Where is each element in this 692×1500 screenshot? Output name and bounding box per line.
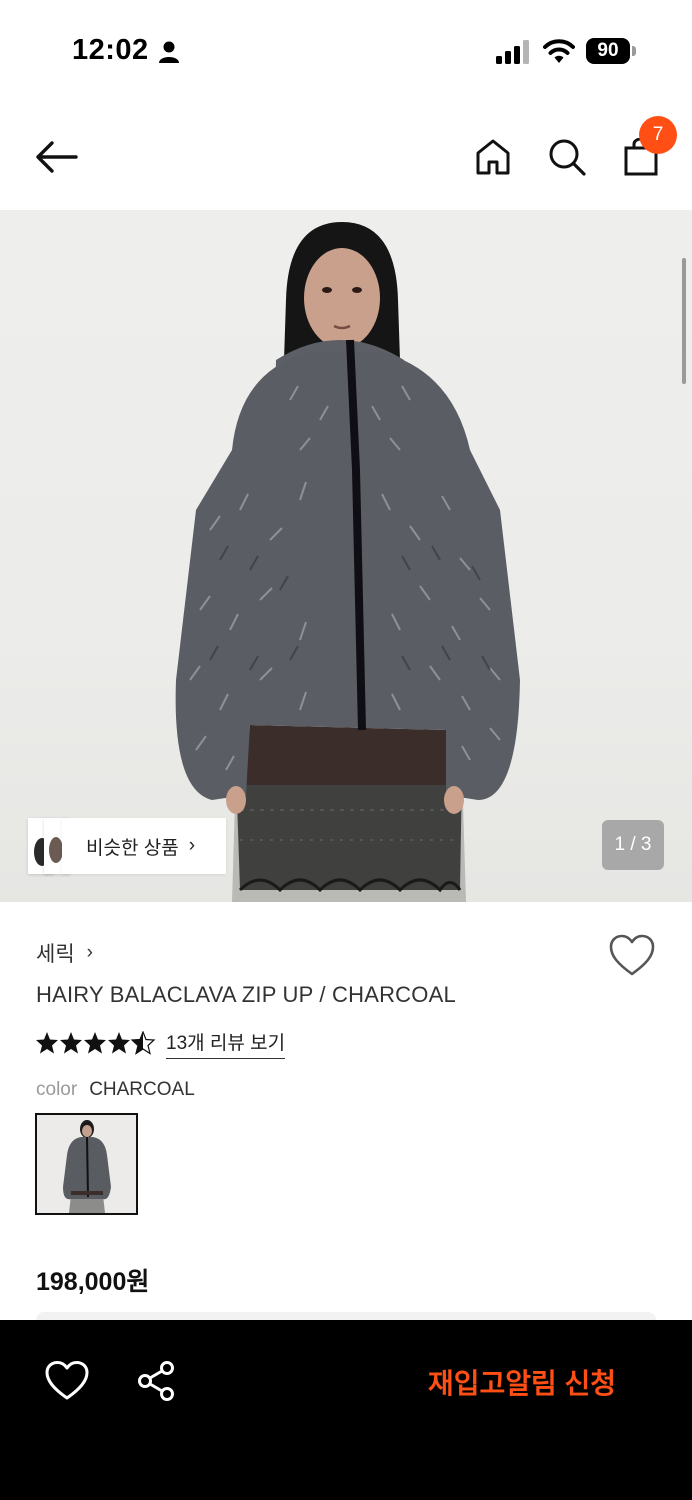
person-icon: [159, 41, 179, 63]
heart-icon[interactable]: [44, 1360, 90, 1402]
restock-alert-button[interactable]: 재입고알림 신청: [400, 1356, 644, 1408]
brand-link[interactable]: 세릭 ›: [36, 938, 93, 968]
search-button[interactable]: [543, 133, 591, 181]
share-icon[interactable]: [136, 1360, 178, 1402]
home-button[interactable]: [469, 133, 517, 181]
chevron-right-icon: ›: [86, 942, 93, 963]
cart-count-badge: 7: [639, 116, 677, 154]
back-button[interactable]: [32, 133, 80, 181]
swatch-thumbnail: [37, 1115, 136, 1213]
brand-name: 세릭: [36, 943, 75, 966]
status-bar: 12:02 90: [0, 0, 692, 100]
chevron-right-icon: ›: [188, 835, 196, 856]
battery-level: 90: [597, 40, 619, 61]
battery-icon: 90: [586, 38, 636, 64]
color-row: color CHARCOAL: [36, 1079, 195, 1101]
wishlist-heart-icon[interactable]: [608, 934, 656, 978]
product-photo: [175, 222, 521, 902]
similar-products-button[interactable]: 비슷한 상품 ›: [28, 818, 226, 874]
bottom-action-bar: 재입고알림 신청: [0, 1320, 692, 1500]
color-value: CHARCOAL: [89, 1079, 195, 1100]
search-icon: [549, 139, 586, 176]
back-arrow-icon: [36, 141, 78, 173]
wifi-icon: [543, 39, 575, 63]
product-price: 198,000원: [36, 1268, 150, 1296]
status-time: 12:02: [72, 34, 149, 66]
product-name: HAIRY BALACLAVA ZIP UP / CHARCOAL: [36, 982, 456, 1007]
product-image-gallery[interactable]: 비슷한 상품 › 1 / 3: [0, 210, 692, 902]
rating-row: 13개 리뷰 보기: [36, 1028, 286, 1059]
color-swatch-charcoal[interactable]: [35, 1113, 138, 1215]
gallery-scroll-indicator: [682, 258, 686, 384]
review-link[interactable]: 13개 리뷰 보기: [166, 1028, 286, 1059]
rating-stars: [36, 1031, 155, 1055]
similar-products-label: 비슷한 상품: [86, 837, 179, 859]
similar-products-thumbnails: [28, 818, 70, 874]
home-icon: [476, 139, 510, 175]
cellular-signal-icon: [496, 40, 529, 64]
top-navigation: [0, 100, 692, 210]
image-page-counter: 1 / 3: [602, 820, 664, 870]
color-label: color: [36, 1079, 78, 1100]
